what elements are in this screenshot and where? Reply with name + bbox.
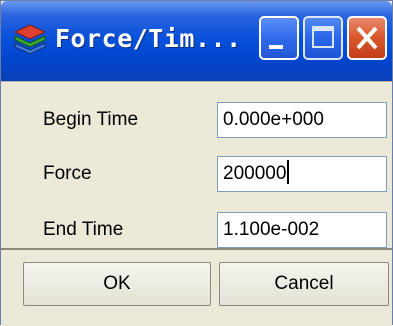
layers-icon	[13, 24, 47, 55]
window-title: Force/Tim...	[55, 24, 242, 53]
minimize-button[interactable]	[259, 16, 299, 60]
title-bar[interactable]: Force/Tim...	[1, 1, 392, 81]
close-button[interactable]	[347, 16, 387, 60]
begin-time-field[interactable]: 0.000e+000	[217, 102, 387, 138]
force-label: Force	[43, 163, 92, 184]
dialog-window: Force/Tim... Begin Time 0.000e+000 Force…	[0, 0, 393, 326]
end-time-label: End Time	[43, 219, 124, 240]
end-time-value: 1.100e-002	[223, 219, 320, 240]
force-value: 200000	[223, 163, 287, 184]
begin-time-value: 0.000e+000	[223, 109, 324, 130]
begin-time-label: Begin Time	[43, 109, 139, 130]
form-area: Begin Time 0.000e+000 Force 200000 End T…	[1, 81, 392, 249]
force-field[interactable]: 200000	[217, 156, 387, 192]
maximize-icon	[312, 26, 334, 48]
ok-button[interactable]: OK	[23, 262, 211, 306]
close-icon	[356, 26, 378, 50]
cancel-button[interactable]: Cancel	[219, 262, 389, 306]
minimize-icon	[269, 45, 283, 49]
text-caret	[287, 160, 290, 185]
maximize-button[interactable]	[303, 16, 343, 60]
end-time-field[interactable]: 1.100e-002	[217, 212, 387, 248]
button-bar: OK Cancel	[1, 248, 392, 326]
